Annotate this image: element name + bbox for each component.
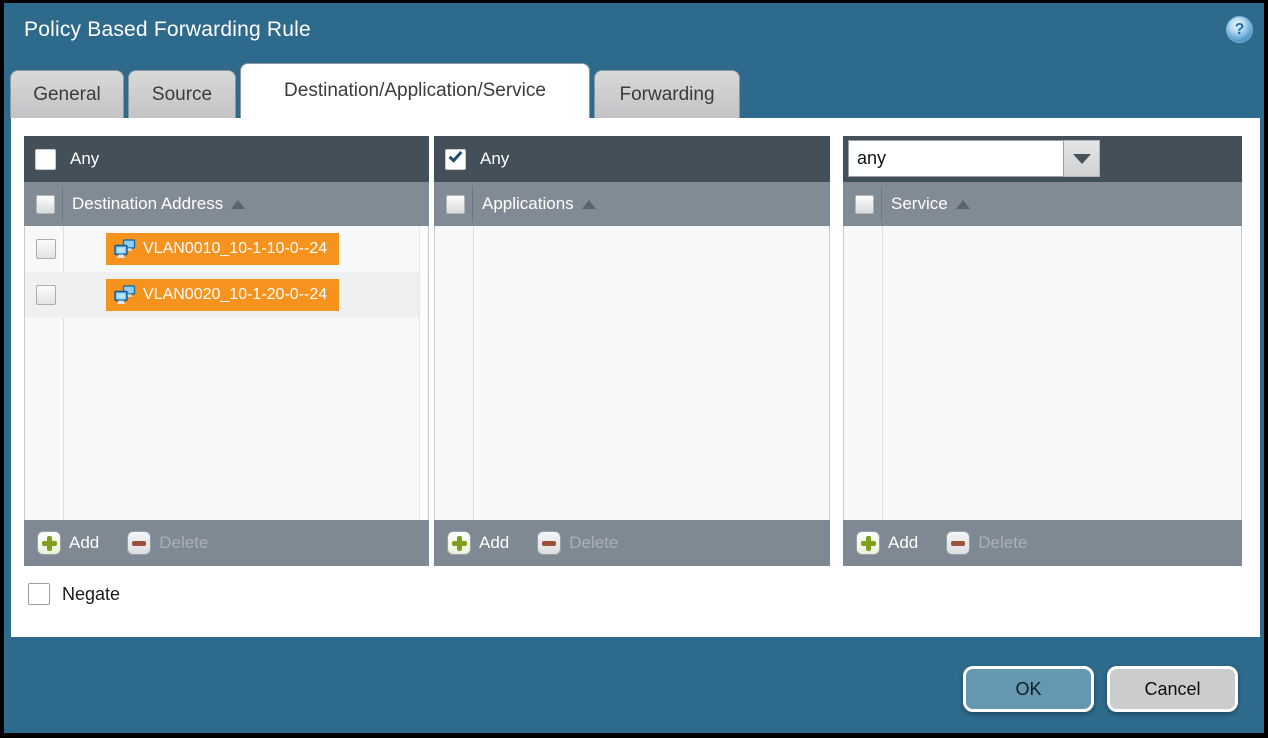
destination-any-checkbox[interactable] <box>35 149 56 170</box>
tab-destination-application-service[interactable]: Destination/Application/Service <box>240 63 590 118</box>
add-label[interactable]: Add <box>479 533 509 553</box>
tab-label: Destination/Application/Service <box>284 80 546 102</box>
destination-select-all-checkbox[interactable] <box>36 195 55 214</box>
sort-ascending-icon <box>582 200 596 209</box>
tab-general[interactable]: General <box>10 70 124 118</box>
address-object-name: VLAN0020_10-1-20-0--24 <box>143 286 327 304</box>
service-header-label: Service <box>891 194 948 214</box>
destination-footer: Add Delete <box>24 520 429 566</box>
add-button[interactable] <box>37 531 61 555</box>
delete-button[interactable] <box>537 531 561 555</box>
address-object-chip[interactable]: VLAN0020_10-1-20-0--24 <box>106 279 339 311</box>
row-checkbox[interactable] <box>36 285 56 305</box>
ok-button[interactable]: OK <box>963 666 1094 712</box>
table-row: VLAN0020_10-1-20-0--24 <box>25 272 428 318</box>
scrollbar-track[interactable] <box>419 226 427 520</box>
delete-button[interactable] <box>127 531 151 555</box>
cancel-button[interactable]: Cancel <box>1107 666 1238 712</box>
question-mark-glyph: ? <box>1235 22 1245 38</box>
service-dropdown-bar <box>843 136 1242 182</box>
service-footer: Add Delete <box>843 520 1242 566</box>
network-address-icon <box>114 285 136 306</box>
service-list <box>843 226 1242 520</box>
applications-footer: Add Delete <box>434 520 830 566</box>
checkmark-icon <box>449 148 463 162</box>
delete-button[interactable] <box>946 531 970 555</box>
row-checkbox[interactable] <box>36 239 56 259</box>
policy-based-forwarding-dialog: Policy Based Forwarding Rule ? General S… <box>4 3 1264 733</box>
applications-list <box>434 226 830 520</box>
applications-header-label: Applications <box>482 194 574 214</box>
service-column-header[interactable]: Service <box>843 182 1242 226</box>
applications-column-header[interactable]: Applications <box>434 182 830 226</box>
service-select-all-checkbox[interactable] <box>855 195 874 214</box>
service-dropdown-button[interactable] <box>1064 140 1100 177</box>
destination-header-label: Destination Address <box>72 194 223 214</box>
address-object-chip[interactable]: VLAN0010_10-1-10-0--24 <box>106 233 339 265</box>
negate-row: Negate <box>28 583 120 605</box>
applications-column: Any Applications Add Delete <box>434 136 830 566</box>
applications-select-all-checkbox[interactable] <box>446 195 465 214</box>
add-button[interactable] <box>856 531 880 555</box>
add-label[interactable]: Add <box>69 533 99 553</box>
add-label[interactable]: Add <box>888 533 918 553</box>
destination-any-bar: Any <box>24 136 429 182</box>
any-label: Any <box>480 149 509 169</box>
header-divider <box>62 186 63 222</box>
negate-label: Negate <box>62 584 120 605</box>
tab-label: General <box>33 84 101 106</box>
applications-any-bar: Any <box>434 136 830 182</box>
service-dropdown-input[interactable] <box>848 140 1064 177</box>
tab-label: Forwarding <box>619 84 714 106</box>
destination-address-column: Any Destination Address <box>24 136 429 566</box>
header-divider <box>881 186 882 222</box>
dialog-title: Policy Based Forwarding Rule <box>24 18 311 42</box>
add-button[interactable] <box>447 531 471 555</box>
sort-ascending-icon <box>231 200 245 209</box>
address-object-name: VLAN0010_10-1-10-0--24 <box>143 240 327 258</box>
service-column: Service Add Delete <box>843 136 1242 566</box>
delete-label[interactable]: Delete <box>159 533 208 553</box>
delete-label[interactable]: Delete <box>569 533 618 553</box>
table-row: VLAN0010_10-1-10-0--24 <box>25 226 428 272</box>
network-address-icon <box>114 239 136 260</box>
destination-list: VLAN0010_10-1-10-0--24 VLAN0020_10-1 <box>24 226 429 520</box>
screenshot-frame: Policy Based Forwarding Rule ? General S… <box>0 0 1268 738</box>
help-icon[interactable]: ? <box>1226 16 1253 43</box>
header-divider <box>472 186 473 222</box>
sort-ascending-icon <box>956 200 970 209</box>
delete-label[interactable]: Delete <box>978 533 1027 553</box>
tab-label: Source <box>152 84 212 106</box>
tab-forwarding[interactable]: Forwarding <box>594 70 740 118</box>
chevron-down-icon <box>1073 154 1091 164</box>
negate-checkbox[interactable] <box>28 583 50 605</box>
any-label: Any <box>70 149 99 169</box>
tab-source[interactable]: Source <box>128 70 236 118</box>
destination-column-header[interactable]: Destination Address <box>24 182 429 226</box>
applications-any-checkbox[interactable] <box>445 149 466 170</box>
